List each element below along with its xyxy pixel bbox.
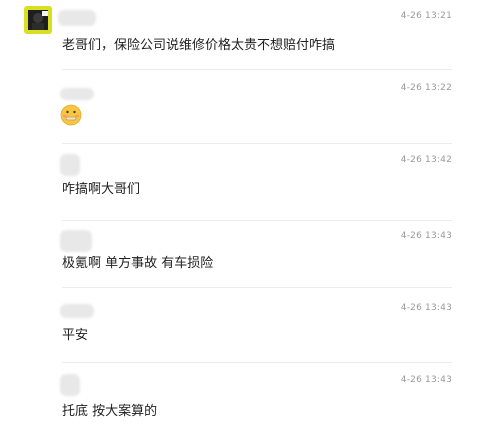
- comment-divider: [62, 143, 452, 144]
- comment-item: 4-26 13:42 咋搞啊大哥们: [0, 150, 480, 224]
- comment-time: 4-26 13:43: [400, 303, 452, 313]
- comment-time: 4-26 13:21: [400, 11, 452, 21]
- comment-time: 4-26 13:43: [400, 375, 452, 385]
- username-blurred: [60, 304, 94, 318]
- dark-avatar-icon: [24, 6, 52, 34]
- username-blurred: [60, 88, 94, 100]
- comment-divider: [62, 220, 452, 221]
- comment-text: 老哥们，保险公司说维修价格太贵不想赔付咋搞: [62, 38, 336, 53]
- comment-divider: [62, 69, 452, 70]
- username-blurred: [58, 10, 96, 26]
- comment-time: 4-26 13:22: [400, 83, 452, 93]
- comment-text: 平安: [62, 328, 89, 343]
- comment-time: 4-26 13:43: [400, 231, 452, 241]
- user-avatar[interactable]: [24, 6, 52, 34]
- comment-item: 4-26 13:22: [0, 78, 480, 144]
- comment-item: 4-26 13:21 老哥们，保险公司说维修价格太贵不想赔付咋搞: [0, 6, 480, 70]
- comment-time: 4-26 13:42: [400, 155, 452, 165]
- username-blurred: [60, 154, 80, 176]
- comment-item: 4-26 13:43 托底 按大案算的: [0, 370, 480, 430]
- username-blurred: [60, 374, 80, 396]
- comment-text: 托底 按大案算的: [62, 404, 158, 419]
- comment-divider: [62, 287, 452, 288]
- comment-item: 4-26 13:43 极氪啊 单方事故 有车损险: [0, 226, 480, 296]
- comment-text: 极氪啊 单方事故 有车损险: [62, 256, 214, 271]
- zipper-mouth-face-emoji-icon: [60, 104, 82, 126]
- comment-item: 4-26 13:43 平安: [0, 298, 480, 368]
- comment-list: 4-26 13:21 老哥们，保险公司说维修价格太贵不想赔付咋搞 4-26 13…: [0, 0, 480, 432]
- username-blurred: [60, 230, 92, 252]
- comment-divider: [62, 362, 452, 363]
- comment-text: 咋搞啊大哥们: [62, 182, 141, 197]
